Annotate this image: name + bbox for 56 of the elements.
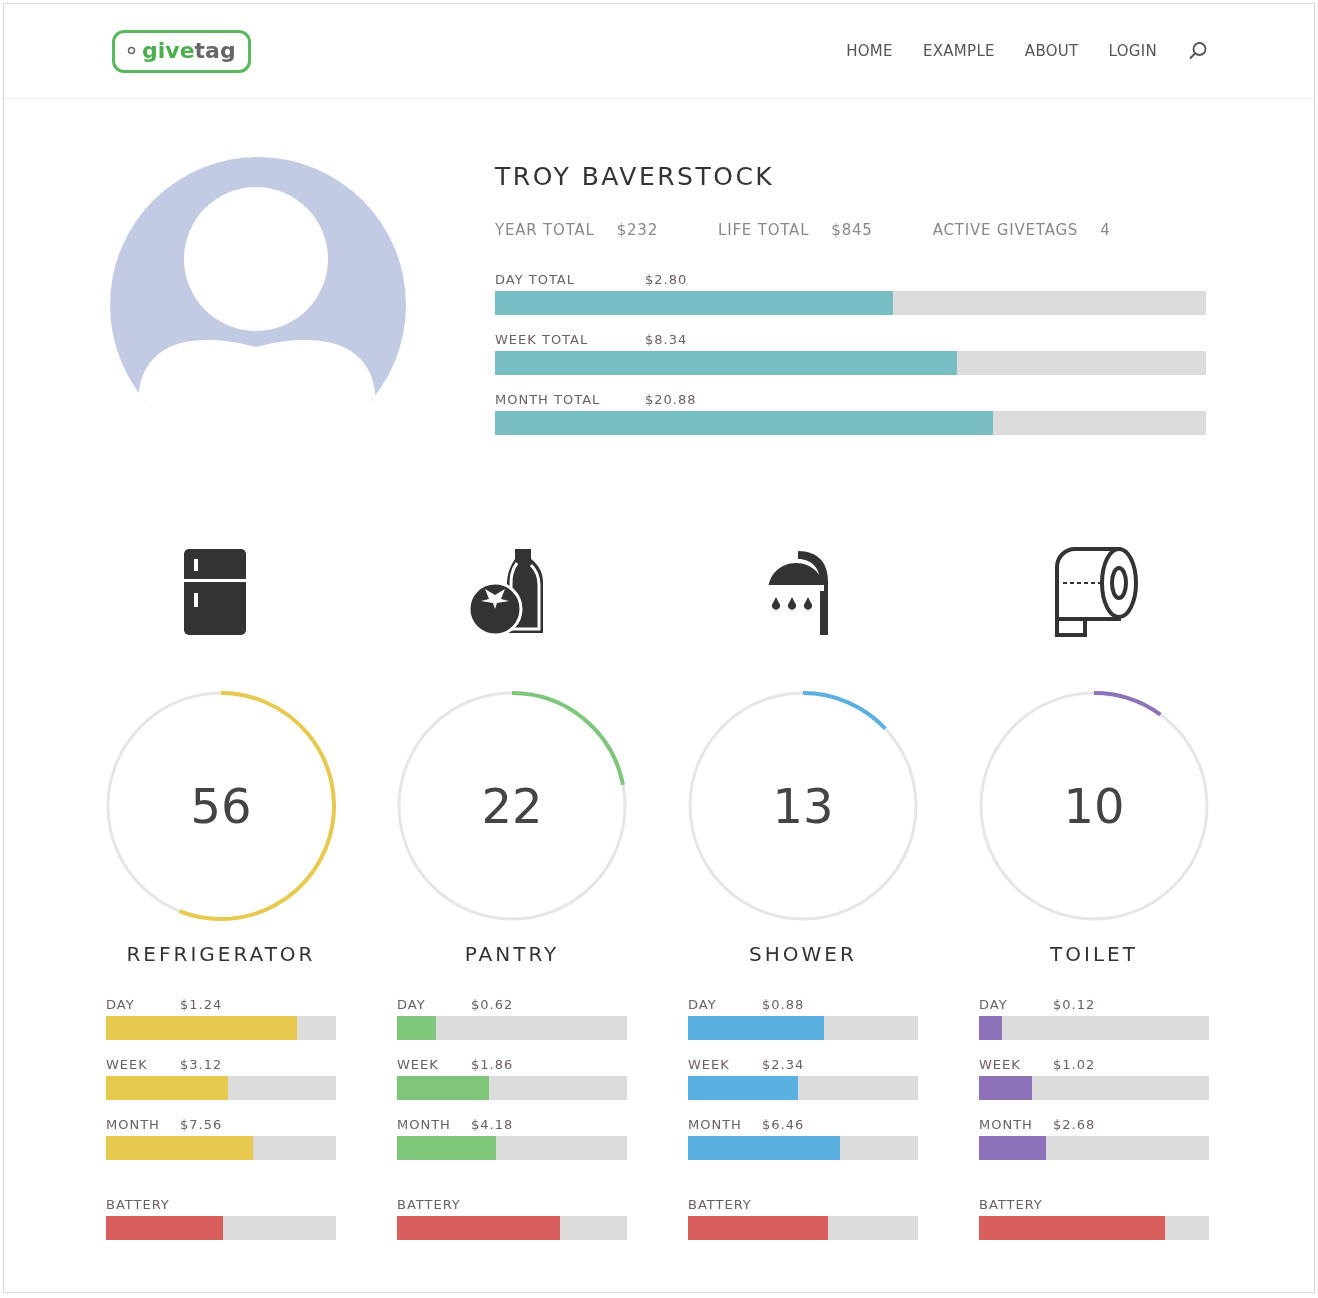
bar-value: $4.18 [471, 1117, 514, 1132]
bar-label: WEEK [397, 1057, 440, 1072]
bar-label: MONTH [106, 1117, 161, 1132]
bar-label: WEEK [979, 1057, 1022, 1072]
category-name: TOILET [1049, 942, 1139, 966]
bar-label: WEEK [106, 1057, 149, 1072]
category-name: REFRIGERATOR [125, 942, 317, 966]
bar-value: $0.12 [1053, 997, 1096, 1012]
nav-link[interactable]: ABOUT [1024, 42, 1079, 60]
bar-label: WEEK [688, 1057, 731, 1072]
bar-value: $6.46 [762, 1117, 805, 1132]
bar-value: $2.68 [1053, 1117, 1096, 1132]
bar-label: DAY TOTAL [495, 272, 576, 287]
nav-link[interactable]: HOME [846, 42, 893, 60]
nav-link[interactable]: LOGIN [1108, 42, 1157, 60]
bar-value: $3.12 [180, 1057, 223, 1072]
category-name: PANTRY [463, 942, 561, 966]
stat-value: $845 [831, 221, 873, 239]
ring-value: 22 [481, 778, 543, 834]
search-icon[interactable] [1187, 40, 1209, 62]
bar-value: $0.88 [762, 997, 805, 1012]
bar-label: WEEK TOTAL [495, 332, 590, 347]
bar-value: $20.88 [645, 392, 697, 407]
bar-label: MONTH [688, 1117, 743, 1132]
bar-value: $2.80 [645, 272, 688, 287]
stat-value: 4 [1100, 221, 1111, 239]
bar-value: $1.86 [471, 1057, 514, 1072]
ring-value: 13 [772, 778, 834, 834]
ring-value: 10 [1063, 778, 1125, 834]
stat-label: YEAR TOTAL [495, 221, 595, 239]
profile-name: TROY BAVERSTOCK [495, 162, 776, 191]
bar-value: $2.34 [762, 1057, 805, 1072]
bar-value: $7.56 [180, 1117, 223, 1132]
bar-label: BATTERY [397, 1197, 462, 1212]
bar-label: BATTERY [106, 1197, 171, 1212]
bar-label: MONTH [979, 1117, 1034, 1132]
bar-value: $0.62 [471, 997, 514, 1012]
bar-label: DAY [397, 997, 427, 1012]
bar-label: MONTH [397, 1117, 452, 1132]
logo-dot-icon [127, 45, 136, 55]
bar-label: DAY [979, 997, 1009, 1012]
bar-label: BATTERY [688, 1197, 753, 1212]
stat-label: LIFE TOTAL [718, 221, 810, 239]
bar-value: $8.34 [645, 332, 688, 347]
bar-label: MONTH TOTAL [495, 392, 602, 407]
bar-label: DAY [688, 997, 718, 1012]
bar-value: $1.24 [180, 997, 223, 1012]
category-name: SHOWER [748, 942, 858, 966]
stat-label: ACTIVE GIVETAGS [932, 221, 1079, 239]
bar-label: BATTERY [979, 1197, 1044, 1212]
bar-value: $1.02 [1053, 1057, 1096, 1072]
bar-label: DAY [106, 997, 136, 1012]
stat-value: $232 [616, 221, 659, 239]
logo-text: givetag [142, 37, 236, 63]
logo[interactable]: givetag [112, 29, 251, 73]
nav-link[interactable]: EXAMPLE [922, 42, 995, 60]
